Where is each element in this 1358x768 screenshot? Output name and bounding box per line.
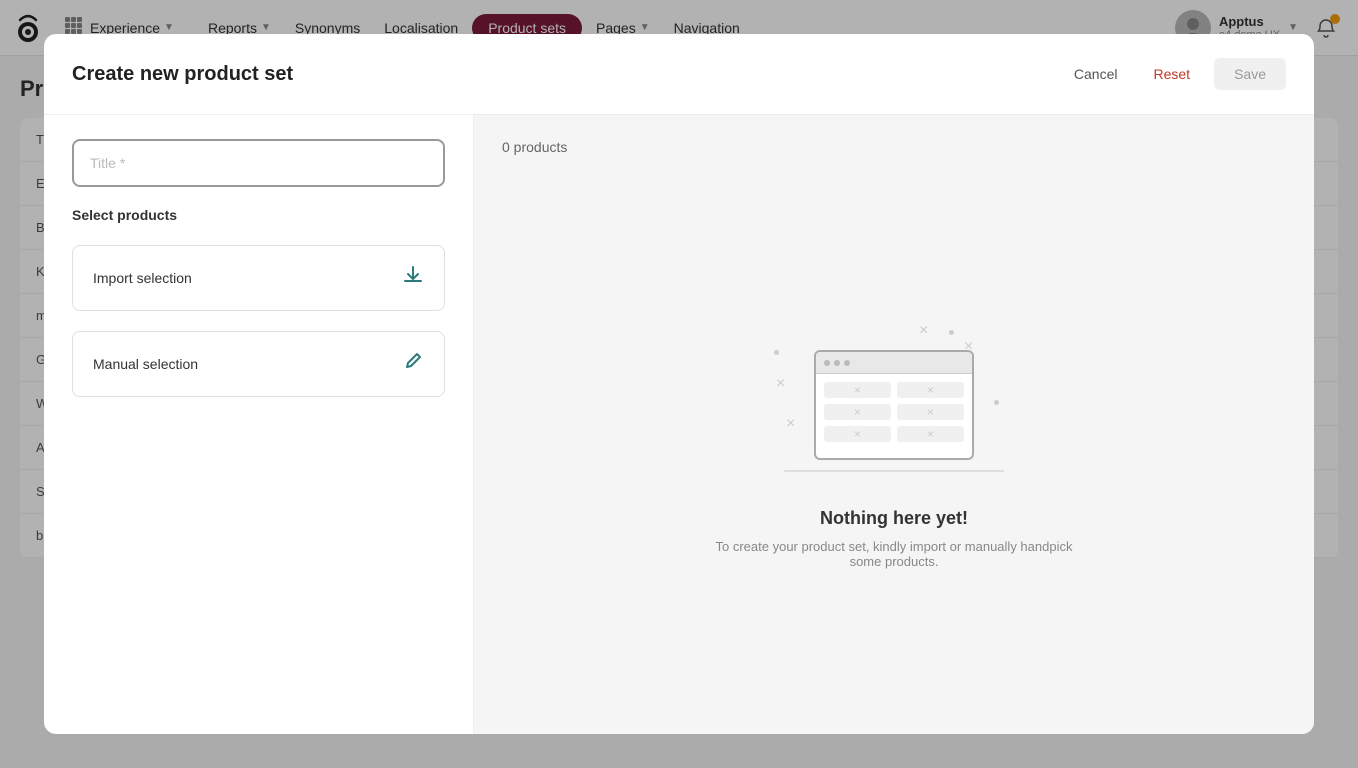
empty-illustration: × × × ×: [502, 179, 1286, 710]
cell-x3: ×: [854, 405, 861, 419]
modal-title: Create new product set: [72, 63, 293, 86]
deco-x1: ×: [919, 322, 928, 340]
cell-x1: ×: [854, 383, 861, 397]
deco-x3: ×: [776, 375, 785, 393]
import-selection-card[interactable]: Import selection: [72, 245, 445, 311]
create-product-set-modal: Create new product set Cancel Reset Save…: [44, 34, 1314, 734]
products-count: 0 products: [502, 139, 567, 155]
modal-body: Select products Import selection Manual …: [44, 115, 1314, 734]
browser-top-bar: [816, 352, 972, 374]
modal-overlay[interactable]: Create new product set Cancel Reset Save…: [0, 0, 1358, 768]
reset-button[interactable]: Reset: [1142, 58, 1203, 90]
cell-x5: ×: [854, 427, 861, 441]
select-products-label: Select products: [72, 207, 445, 225]
manual-selection-label: Manual selection: [93, 356, 198, 372]
deco-dot2: [949, 330, 954, 335]
left-panel: Select products Import selection Manual …: [44, 115, 474, 734]
browser-cell4: ×: [897, 404, 964, 420]
browser-cell2: ×: [897, 382, 964, 398]
browser-dot2: [834, 360, 840, 366]
cell-x6: ×: [927, 427, 934, 441]
deco-dot3: [994, 400, 999, 405]
edit-icon: [402, 350, 424, 378]
title-input[interactable]: [72, 139, 445, 187]
right-panel: 0 products × × × ×: [474, 115, 1314, 734]
save-button[interactable]: Save: [1214, 58, 1286, 90]
deco-dot1: [774, 350, 779, 355]
illustration-graphic: × × × ×: [764, 320, 1024, 480]
deco-x4: ×: [786, 415, 795, 433]
download-icon: [402, 264, 424, 292]
browser-cell1: ×: [824, 382, 891, 398]
cell-x2: ×: [927, 383, 934, 397]
browser-cell6: ×: [897, 426, 964, 442]
browser-cell5: ×: [824, 426, 891, 442]
browser-dot1: [824, 360, 830, 366]
modal-header: Create new product set Cancel Reset Save: [44, 34, 1314, 115]
ground-line: [784, 470, 1004, 472]
import-selection-label: Import selection: [93, 270, 192, 286]
empty-title: Nothing here yet!: [820, 508, 968, 529]
browser-body: × × × × × ×: [816, 374, 972, 450]
manual-selection-card[interactable]: Manual selection: [72, 331, 445, 397]
cell-x4: ×: [927, 405, 934, 419]
browser-dot3: [844, 360, 850, 366]
cancel-button[interactable]: Cancel: [1062, 58, 1130, 90]
browser-cell3: ×: [824, 404, 891, 420]
browser-window: × × × × × ×: [814, 350, 974, 460]
empty-desc: To create your product set, kindly impor…: [704, 539, 1084, 569]
modal-actions: Cancel Reset Save: [1062, 58, 1286, 90]
